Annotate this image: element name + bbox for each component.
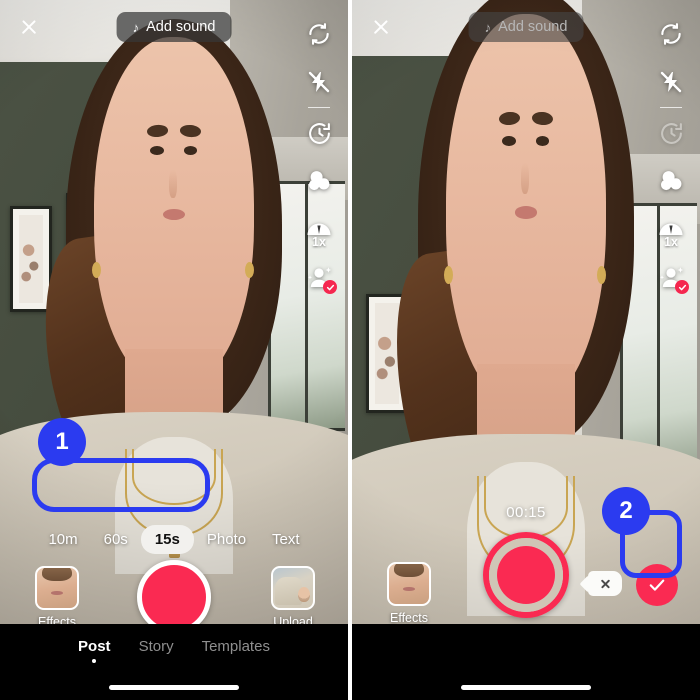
tab-templates[interactable]: Templates [202, 638, 270, 663]
camera-tools-rail-idle: 1x [298, 10, 340, 301]
recording-timer: 00:15 [506, 504, 546, 521]
close-icon [372, 18, 390, 36]
filters-icon [308, 171, 329, 191]
beauty-enabled-badge [323, 280, 337, 294]
effects-thumbnail [387, 562, 431, 606]
record-button[interactable] [137, 560, 211, 634]
close-icon [20, 18, 38, 36]
record-button-active[interactable]: 00:15 [483, 504, 569, 618]
flip-camera-button[interactable] [650, 10, 692, 58]
top-bar-idle: ♪ Add sound [0, 0, 348, 54]
tab-list: Post Story Templates [78, 638, 270, 663]
speed-value: 1x [312, 235, 326, 249]
rail-divider [660, 107, 682, 108]
mode-selector[interactable]: 10m 60s 15s Photo Text [0, 525, 348, 554]
close-icon [600, 578, 611, 589]
effects-button[interactable]: Effects [34, 566, 80, 629]
delete-clip-button[interactable] [588, 571, 622, 596]
step-badge-1: 1 [38, 418, 86, 466]
close-button[interactable] [14, 12, 44, 42]
filters-button[interactable] [298, 157, 340, 205]
tab-post[interactable]: Post [78, 638, 111, 663]
upload-button[interactable]: Upload [270, 566, 316, 629]
screenshot-stage: ♪ Add sound 1x 10m 60s 15s Photo Text Ef… [0, 0, 700, 700]
home-indicator[interactable] [461, 685, 591, 690]
beauty-enabled-badge [675, 280, 689, 294]
flash-off-icon [308, 71, 330, 93]
step-badge-2: 2 [602, 487, 650, 535]
camera-panel-recording: ♪ Add sound 1x Effects 00:15 2 [352, 0, 700, 700]
music-note-icon: ♪ [484, 19, 492, 35]
speed-button[interactable]: 1x [298, 205, 340, 253]
filters-icon [660, 171, 681, 191]
bottom-tab-bar: Post Story Templates [0, 624, 348, 700]
check-icon [678, 284, 686, 290]
mode-option-15s[interactable]: 15s [140, 525, 194, 554]
highlight-box-mode-selector [32, 458, 210, 512]
add-sound-button[interactable]: ♪ Add sound [116, 12, 232, 42]
effects-button[interactable]: Effects [386, 562, 432, 625]
add-sound-button: ♪ Add sound [468, 12, 584, 42]
mode-option-photo[interactable]: Photo [194, 525, 259, 554]
add-sound-label: Add sound [146, 19, 216, 35]
camera-panel-idle: ♪ Add sound 1x 10m 60s 15s Photo Text Ef… [0, 0, 348, 700]
add-sound-label: Add sound [498, 19, 568, 35]
mode-option-60s[interactable]: 60s [91, 525, 141, 554]
beauty-button[interactable] [650, 253, 692, 301]
beauty-button[interactable] [298, 253, 340, 301]
music-note-icon: ♪ [132, 19, 140, 35]
timer-button [650, 109, 692, 157]
close-button[interactable] [366, 12, 396, 42]
record-core [497, 546, 555, 604]
flip-camera-icon [661, 23, 681, 45]
flip-camera-icon [309, 23, 329, 45]
mode-option-10m[interactable]: 10m [35, 525, 90, 554]
effects-label: Effects [390, 611, 428, 625]
timer-icon [308, 122, 330, 144]
speed-button[interactable]: 1x [650, 205, 692, 253]
check-icon [326, 284, 334, 290]
flash-button[interactable] [650, 58, 692, 106]
rail-divider [308, 107, 330, 108]
top-bar-recording: ♪ Add sound [352, 0, 700, 54]
check-icon [649, 579, 665, 591]
mode-option-text[interactable]: Text [259, 525, 313, 554]
filters-button[interactable] [650, 157, 692, 205]
flash-off-icon [660, 71, 682, 93]
speed-value: 1x [664, 235, 678, 249]
upload-thumbnail [271, 566, 315, 610]
timer-button[interactable] [298, 109, 340, 157]
camera-tools-rail-recording: 1x [650, 10, 692, 301]
flip-camera-button[interactable] [298, 10, 340, 58]
flash-button[interactable] [298, 58, 340, 106]
tab-story[interactable]: Story [139, 638, 174, 663]
timer-icon [660, 122, 682, 144]
home-indicator[interactable] [109, 685, 239, 690]
effects-thumbnail [35, 566, 79, 610]
